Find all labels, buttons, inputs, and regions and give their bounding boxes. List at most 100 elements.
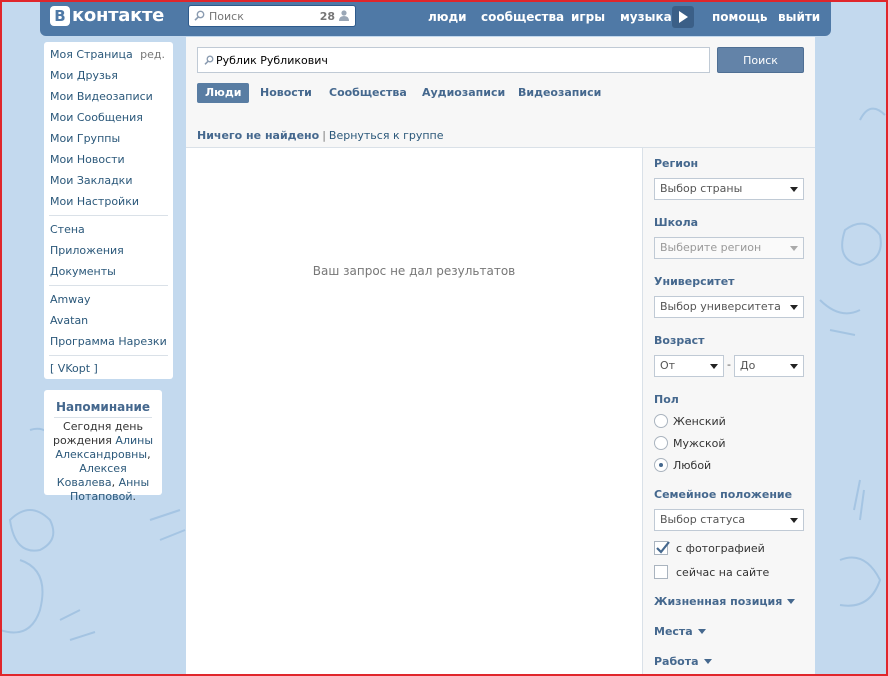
reminder-text: Сегодня день рождения Алины Александровн… (50, 420, 156, 504)
age-range-separator: - (727, 358, 731, 371)
sidebar-item-documents[interactable]: Документы (50, 265, 116, 278)
marital-status-label: Семейное положение (654, 488, 793, 501)
places-label: Места (654, 625, 693, 638)
dropdown-arrow-icon (790, 305, 798, 310)
university-select-value: Выбор университета (660, 300, 781, 313)
online-friends-count: 28 (319, 10, 335, 23)
edit-link[interactable]: ред. (140, 48, 165, 61)
dropdown-arrow-icon (790, 364, 798, 369)
sex-radio-male[interactable] (654, 436, 668, 450)
chevron-down-icon (787, 599, 796, 604)
nav-games[interactable]: игры (571, 10, 605, 24)
sidebar-item-friends[interactable]: Мои Друзья (50, 69, 118, 82)
sidebar-item-my-page[interactable]: Моя Страница (50, 48, 133, 61)
sidebar-item-bookmarks[interactable]: Мои Закладки (50, 174, 132, 187)
sex-option-any[interactable]: Любой (673, 459, 711, 472)
chevron-down-icon (697, 629, 706, 634)
nav-people[interactable]: люди (428, 10, 467, 24)
sex-radio-any[interactable] (654, 458, 668, 472)
sidebar-item-apps[interactable]: Приложения (50, 244, 124, 257)
region-select[interactable]: Выбор страны (654, 178, 804, 200)
school-select[interactable]: Выберите регион (654, 237, 804, 259)
main-content: Поиск Люди Новости Сообщества Аудиозапис… (186, 37, 815, 676)
age-to-select[interactable]: До (734, 355, 804, 377)
search-button[interactable]: Поиск (717, 47, 804, 73)
sex-radio-female[interactable] (654, 414, 668, 428)
main-search-box[interactable] (197, 47, 710, 73)
age-to-value: До (740, 359, 756, 372)
age-from-select[interactable]: От (654, 355, 724, 377)
vk-logo[interactable]: В контакте (50, 5, 164, 26)
checkmark-icon (656, 541, 670, 554)
sidebar-item-settings[interactable]: Мои Настройки (50, 195, 139, 208)
sidebar-item-messages[interactable]: Мои Сообщения (50, 111, 143, 124)
search-icon (204, 55, 214, 68)
top-search-input[interactable] (209, 8, 319, 24)
reminder-separator: , (111, 476, 116, 489)
marital-status-value: Выбор статуса (660, 513, 746, 526)
dropdown-arrow-icon (790, 518, 798, 523)
menu-divider (49, 285, 168, 286)
birthday-person-link[interactable]: Алексея Ковалева (57, 462, 127, 489)
school-select-value: Выберите регион (660, 241, 762, 254)
menu-divider (49, 355, 168, 356)
play-icon (679, 11, 688, 23)
sex-option-female[interactable]: Женский (673, 415, 726, 428)
menu-divider (49, 215, 168, 216)
reminder-separator: , (147, 448, 151, 461)
dropdown-arrow-icon (790, 187, 798, 192)
nav-communities[interactable]: сообщества (481, 10, 564, 24)
reminder-title: Напоминание (55, 400, 151, 414)
no-results-message: Ваш запрос не дал результатов (312, 264, 516, 278)
tab-video[interactable]: Видеозаписи (510, 83, 609, 103)
sidebar-item-avatan[interactable]: Avatan (50, 314, 88, 327)
university-label: Университет (654, 275, 735, 288)
with-photo-label[interactable]: с фотографией (676, 542, 765, 555)
logo-text: контакте (72, 5, 165, 26)
sidebar-item-news[interactable]: Мои Новости (50, 153, 125, 166)
tab-people[interactable]: Люди (197, 83, 250, 103)
reminder-divider (54, 417, 152, 418)
back-to-group-link[interactable]: Вернуться к группе (329, 129, 444, 142)
search-status: Ничего не найдено | Вернуться к группе (197, 129, 444, 142)
sidebar-item-wall[interactable]: Стена (50, 223, 85, 236)
nav-music[interactable]: музыка (620, 10, 672, 24)
life-position-toggle[interactable]: Жизненная позиция (654, 595, 796, 608)
chevron-down-icon (703, 659, 712, 664)
sidebar-item-amway[interactable]: Amway (50, 293, 91, 306)
work-label: Работа (654, 655, 699, 668)
dropdown-arrow-icon (790, 246, 798, 251)
dropdown-arrow-icon (710, 364, 718, 369)
school-label: Школа (654, 216, 699, 229)
search-filters: Регион Выбор страны Школа Выберите регио… (642, 148, 815, 676)
tab-communities[interactable]: Сообщества (321, 83, 415, 103)
places-toggle[interactable]: Места (654, 625, 706, 638)
main-search-input[interactable] (216, 52, 696, 68)
online-now-label[interactable]: сейчас на сайте (676, 566, 769, 579)
user-icon (339, 10, 349, 24)
work-toggle[interactable]: Работа (654, 655, 712, 668)
marital-status-select[interactable]: Выбор статуса (654, 509, 804, 531)
age-label: Возраст (654, 334, 705, 347)
tab-audio[interactable]: Аудиозаписи (414, 83, 513, 103)
sidebar-item-vkopt[interactable]: [ VKopt ] (50, 362, 98, 375)
search-icon (194, 10, 205, 24)
university-select[interactable]: Выбор университета (654, 296, 804, 318)
life-position-label: Жизненная позиция (654, 595, 783, 608)
tab-news[interactable]: Новости (252, 83, 320, 103)
top-search-box[interactable]: 28 (188, 5, 356, 27)
nav-help[interactable]: помощь (712, 10, 767, 24)
sidebar-item-videos[interactable]: Мои Видеозаписи (50, 90, 153, 103)
birthday-reminder: Напоминание Сегодня день рождения Алины … (44, 390, 162, 503)
top-header: В контакте 28 люди сообщества игры музык… (40, 0, 831, 36)
status-separator: | (322, 129, 326, 142)
with-photo-checkbox[interactable] (654, 541, 670, 555)
online-now-checkbox[interactable] (654, 565, 668, 579)
region-select-value: Выбор страны (660, 182, 743, 195)
sidebar-item-program[interactable]: Программа Нарезки (50, 335, 167, 348)
play-button[interactable] (672, 6, 694, 28)
sidebar-item-groups[interactable]: Мои Группы (50, 132, 120, 145)
nav-logout[interactable]: выйти (778, 10, 820, 24)
left-menu: Моя Страница ред. Мои Друзья Мои Видеоза… (44, 42, 173, 379)
sex-option-male[interactable]: Мужской (673, 437, 725, 450)
